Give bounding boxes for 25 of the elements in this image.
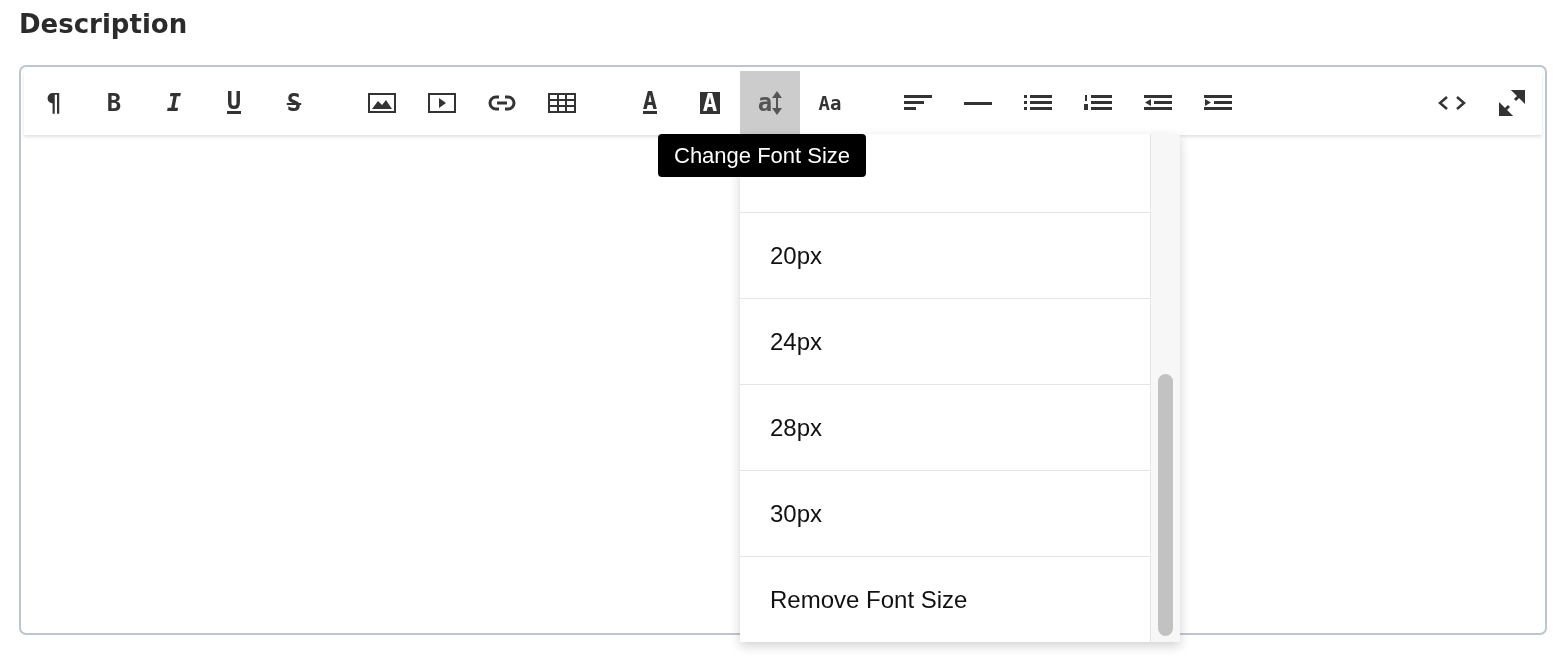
highlight-button[interactable]: A — [680, 71, 740, 135]
table-icon — [548, 93, 576, 113]
font-size-button[interactable]: a — [740, 71, 800, 135]
tooltip: Change Font Size — [658, 134, 867, 177]
play-icon — [428, 93, 456, 113]
paragraph-button[interactable]: ¶ — [24, 71, 84, 135]
code-icon — [1438, 95, 1466, 111]
bulleted-list-icon — [1024, 95, 1052, 111]
scrollbar-thumb[interactable] — [1158, 374, 1173, 636]
expand-icon — [1499, 90, 1525, 116]
section-heading: Description — [19, 8, 189, 41]
link-icon — [488, 95, 516, 111]
up-down-arrow-icon — [772, 91, 783, 115]
strikethrough-button[interactable]: S — [264, 71, 324, 135]
numbered-list-icon — [1084, 95, 1112, 111]
underline-button[interactable]: U — [204, 71, 264, 135]
outdent-icon — [1144, 95, 1172, 111]
font-family-button[interactable]: Aa — [800, 71, 860, 135]
bold-button[interactable]: B — [84, 71, 144, 135]
indent-icon — [1204, 95, 1232, 111]
horizontal-line-icon — [964, 101, 992, 105]
landscape-icon — [368, 93, 396, 113]
italic-button[interactable]: I — [144, 71, 204, 135]
menu-item[interactable]: Remove Font Size — [740, 557, 1150, 642]
align-left-icon — [904, 95, 932, 111]
